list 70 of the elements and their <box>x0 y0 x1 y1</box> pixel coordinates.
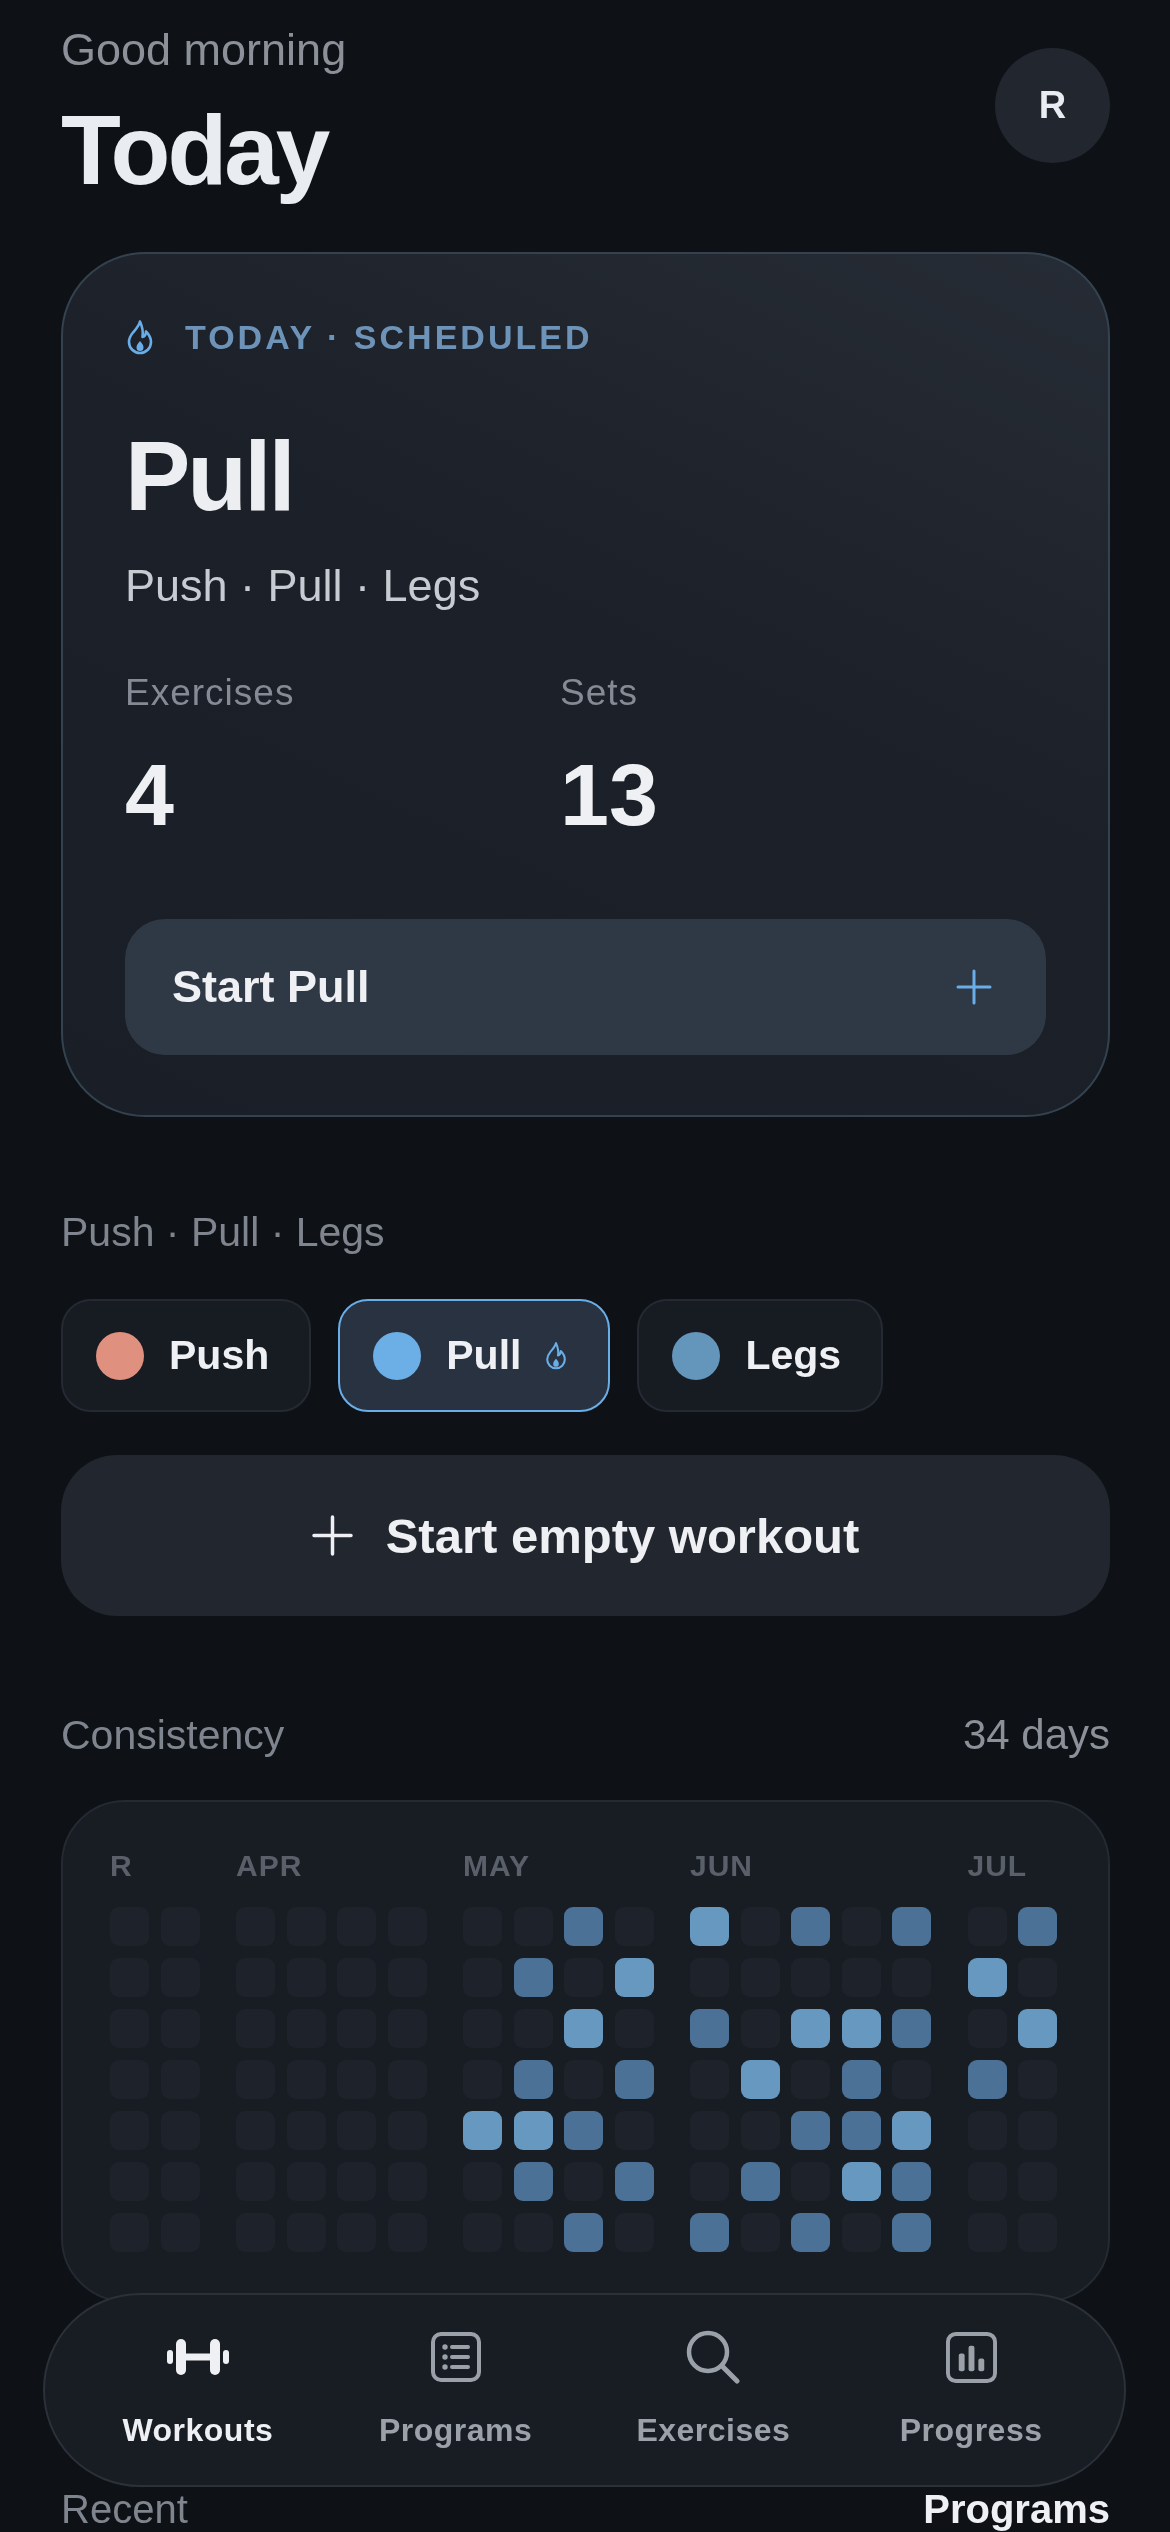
workout-title: Pull <box>125 421 294 531</box>
heatmap-cell <box>1018 1907 1057 1946</box>
heatmap-cell <box>892 2111 931 2150</box>
heatmap-cell <box>841 2162 881 2201</box>
program-name: Push · Pull · Legs <box>125 559 482 613</box>
heatmap-cell <box>513 2162 553 2201</box>
heatmap-cell <box>791 2213 830 2252</box>
heatmap-cell <box>841 2111 881 2150</box>
bar-chart-icon <box>945 2331 997 2383</box>
heatmap-cell <box>564 2213 603 2252</box>
stat-value: 4 <box>125 747 175 843</box>
stat-value: 13 <box>560 747 659 843</box>
heatmap-cell <box>614 2060 654 2099</box>
nav-tab[interactable]: Exercises <box>636 2328 791 2449</box>
heatmap-cell <box>564 2009 603 2048</box>
heatmap-cell <box>463 2111 502 2150</box>
heatmap-cell <box>967 1958 1007 1997</box>
heatmap-cell <box>690 2213 729 2252</box>
programs-link[interactable]: Programs <box>923 2487 1110 2532</box>
heatmap-cell <box>564 2111 603 2150</box>
search-icon <box>686 2330 741 2384</box>
heatmap-cell <box>564 1907 603 1946</box>
heatmap-cell <box>690 2009 729 2048</box>
heatmap-cell <box>791 1907 830 1946</box>
stat-label: Sets <box>560 671 640 715</box>
section-heading: Push · Pull · Legs <box>61 1208 386 1256</box>
heatmap-cell <box>892 1907 931 1946</box>
heatmap-cell <box>892 2213 931 2252</box>
heatmap-cell <box>967 2060 1007 2099</box>
heatmap-cell <box>690 1907 729 1946</box>
workout-day-chip[interactable]: Legs <box>637 1299 884 1412</box>
nav-tab[interactable]: Progress <box>899 2328 1043 2449</box>
workout-day-chip[interactable]: Push <box>61 1299 312 1412</box>
streak-count: 34 days <box>962 1711 1110 1759</box>
heatmap-cell <box>791 2009 830 2048</box>
heatmap-cell <box>892 2162 931 2201</box>
heatmap-cell <box>1018 2009 1057 2048</box>
month-label: MAY <box>463 1848 531 1884</box>
list-icon <box>430 2332 481 2382</box>
heatmap-cell <box>614 1958 654 1997</box>
heatmap-cell <box>740 2060 780 2099</box>
section-heading: Consistency <box>61 1711 285 1759</box>
heatmap-cell <box>740 2162 780 2201</box>
month-label: JUN <box>690 1848 754 1884</box>
section-heading: Recent <box>61 2487 188 2532</box>
heatmap-cell <box>791 2111 830 2150</box>
heatmap-cell <box>513 2111 553 2150</box>
dumbbell-icon <box>166 2339 229 2375</box>
workout-day-chip[interactable]: Pull <box>338 1299 611 1412</box>
month-label: JUL <box>967 1848 1029 1884</box>
month-label: R <box>110 1848 134 1884</box>
heatmap-cell <box>513 2060 553 2099</box>
plus-icon <box>311 1515 353 1556</box>
heatmap-cell <box>614 2162 654 2201</box>
start-empty-workout-button[interactable]: Start empty workout <box>61 1455 1110 1616</box>
stat-label: Exercises <box>125 671 296 715</box>
nav-tab[interactable]: Workouts <box>122 2328 274 2449</box>
heatmap-cell <box>513 1958 553 1997</box>
start-workout-button[interactable]: Start Pull <box>125 919 1046 1055</box>
heatmap-cell <box>841 2060 881 2099</box>
heatmap-cell <box>841 2009 881 2048</box>
greeting-text: Good morning <box>61 23 347 77</box>
profile-avatar[interactable]: R <box>995 48 1110 163</box>
page-title: Today <box>61 95 330 205</box>
plus-icon <box>956 969 992 1005</box>
month-label: APR <box>236 1848 304 1884</box>
status-label: TODAY · SCHEDULED <box>185 317 593 357</box>
heatmap-cell <box>892 2009 931 2048</box>
nav-tab[interactable]: Programs <box>378 2328 533 2449</box>
flame-icon <box>125 319 155 355</box>
